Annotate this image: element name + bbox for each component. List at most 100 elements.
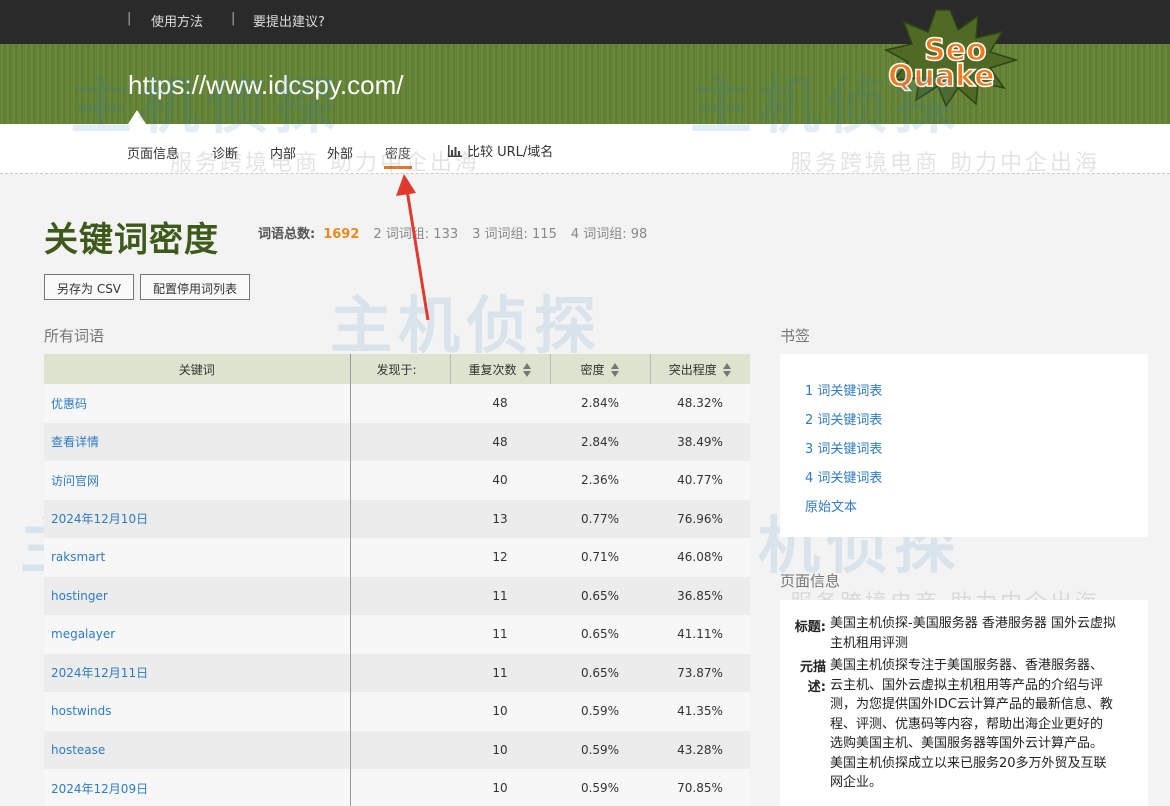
keyword-cell[interactable]: 2024年12月09日 (44, 769, 351, 806)
logo-text-quake: Quake (888, 59, 995, 94)
table-row: megalayer 11 0.65% 41.11% (44, 615, 750, 654)
banner-notch (128, 110, 146, 124)
page-url: https://www.idcspy.com/ (128, 70, 404, 100)
tab-internal[interactable]: 内部 (270, 143, 296, 162)
table-row: 2024年12月09日 10 0.59% 70.85% (44, 769, 750, 806)
suggestion-link[interactable]: 要提出建议? (253, 11, 325, 30)
repeats-cell: 48 (450, 422, 550, 461)
keyword-cell[interactable]: raksmart (44, 538, 351, 577)
found-in-cell (350, 730, 450, 769)
bookmark-3-word[interactable]: 3 词关键词表 (805, 438, 882, 457)
density-cell: 0.59% (550, 692, 650, 731)
density-cell: 0.65% (550, 615, 650, 654)
compare-label: 比较 URL/域名 (467, 145, 554, 160)
group2-count: 2 词词组: 133 (373, 227, 459, 242)
found-in-cell (350, 384, 450, 423)
prominence-cell: 40.77% (650, 461, 750, 500)
table-row: hostwinds 10 0.59% 41.35% (44, 692, 750, 731)
density-cell: 2.84% (550, 422, 650, 461)
table-row: 优惠码 48 2.84% 48.32% (44, 384, 750, 423)
prominence-cell: 41.11% (650, 615, 750, 654)
keyword-cell[interactable]: 优惠码 (44, 384, 351, 423)
prominence-cell: 41.35% (650, 692, 750, 731)
sort-icon[interactable] (722, 363, 732, 377)
save-csv-button[interactable]: 另存为 CSV (44, 274, 135, 300)
prominence-cell: 38.49% (650, 422, 750, 461)
separator: | (127, 11, 132, 26)
word-stats: 词语总数: 1692 2 词词组: 133 3 词词组: 115 4 词词组: … (258, 223, 647, 242)
header-found-in: 发现于: (350, 354, 451, 384)
usage-link[interactable]: 使用方法 (151, 11, 203, 30)
header-prominence[interactable]: 突出程度 (650, 354, 750, 384)
header-repeats[interactable]: 重复次数 (450, 354, 551, 384)
density-cell: 0.59% (550, 769, 650, 806)
table-row: 查看详情 48 2.84% 38.49% (44, 422, 750, 461)
keyword-cell[interactable]: 2024年12月10日 (44, 499, 351, 538)
repeats-cell: 11 (450, 576, 550, 615)
found-in-cell (350, 615, 450, 654)
keyword-table: 关键词 发现于: 重复次数 密度 突出程度 优惠码 48 2.84% 48.32% 查看… (44, 354, 750, 806)
density-cell: 0.65% (550, 576, 650, 615)
prominence-cell: 43.28% (650, 730, 750, 769)
tab-bar: 页面信息 诊断 内部 外部 密度 比较 URL/域名 (0, 124, 1170, 174)
page-info-title: 页面信息 (780, 572, 841, 590)
found-in-cell (350, 576, 450, 615)
prominence-cell: 48.32% (650, 384, 750, 423)
bookmark-raw-text[interactable]: 原始文本 (805, 496, 857, 515)
group4-count: 4 词词组: 98 (570, 227, 648, 242)
tab-page-info[interactable]: 页面信息 (127, 143, 179, 162)
keyword-cell[interactable]: 访问官网 (44, 461, 351, 500)
all-words-title: 所有词语 (44, 327, 105, 345)
page-title: 关键词密度 (44, 220, 219, 260)
repeats-cell: 11 (450, 615, 550, 654)
found-in-cell (350, 692, 450, 731)
prominence-cell: 70.85% (650, 769, 750, 806)
table-row: 2024年12月10日 13 0.77% 76.96% (44, 499, 750, 538)
table-row: 2024年12月11日 11 0.65% 73.87% (44, 653, 750, 692)
found-in-cell (350, 499, 450, 538)
repeats-cell: 12 (450, 538, 550, 577)
prominence-cell: 46.08% (650, 538, 750, 577)
total-label: 词语总数: (258, 227, 316, 242)
keyword-cell[interactable]: hostinger (44, 576, 351, 615)
compare-url-tab[interactable]: 比较 URL/域名 (447, 141, 553, 160)
keyword-cell[interactable]: 2024年12月11日 (44, 653, 351, 692)
page-info-panel: 标题: 美国主机侦探-美国服务器 香港服务器 国外云虚拟 主机租用评测 元描 述… (780, 600, 1148, 806)
found-in-cell (350, 769, 450, 806)
repeats-cell: 11 (450, 653, 550, 692)
sort-icon[interactable] (522, 363, 532, 377)
found-in-cell (350, 653, 450, 692)
header-keyword[interactable]: 关键词 (44, 354, 351, 384)
sort-icon[interactable] (610, 363, 620, 377)
density-cell: 2.84% (550, 384, 650, 423)
table-row: 访问官网 40 2.36% 40.77% (44, 461, 750, 500)
repeats-cell: 48 (450, 384, 550, 423)
prominence-cell: 36.85% (650, 576, 750, 615)
page-title-value: 美国主机侦探-美国服务器 香港服务器 国外云虚拟 主机租用评测 (830, 616, 1116, 651)
bookmark-2-word[interactable]: 2 词关键词表 (805, 409, 882, 428)
keyword-cell[interactable]: hostwinds (44, 692, 351, 731)
description-label: 元描 述: (799, 660, 826, 695)
prominence-cell: 76.96% (650, 499, 750, 538)
bookmark-1-word[interactable]: 1 词关键词表 (805, 380, 882, 399)
group3-count: 3 词词组: 115 (472, 227, 557, 242)
tab-density[interactable]: 密度 (383, 143, 413, 169)
meta-description-value: 美国主机侦探专注于美国服务器、香港服务器、 云主机、国外云虚拟主机租用等产品的介… (830, 658, 1113, 790)
keyword-cell[interactable]: hostease (44, 730, 351, 769)
tab-diagnosis[interactable]: 诊断 (212, 143, 238, 162)
bookmark-4-word[interactable]: 4 词关键词表 (805, 467, 882, 486)
title-label: 标题: (794, 620, 826, 635)
density-cell: 2.36% (550, 461, 650, 500)
tab-external[interactable]: 外部 (327, 143, 353, 162)
config-stopwords-button[interactable]: 配置停用词列表 (140, 274, 251, 300)
table-row: hostease 10 0.59% 43.28% (44, 730, 750, 769)
keyword-cell[interactable]: 查看详情 (44, 422, 351, 461)
prominence-cell: 73.87% (650, 653, 750, 692)
density-cell: 0.77% (550, 499, 650, 538)
density-cell: 0.59% (550, 730, 650, 769)
table-row: hostinger 11 0.65% 36.85% (44, 576, 750, 615)
total-value: 1692 (323, 227, 360, 242)
header-density[interactable]: 密度 (550, 354, 651, 384)
keyword-cell[interactable]: megalayer (44, 615, 351, 654)
seoquake-logo: Seo Quake (880, 8, 1020, 108)
